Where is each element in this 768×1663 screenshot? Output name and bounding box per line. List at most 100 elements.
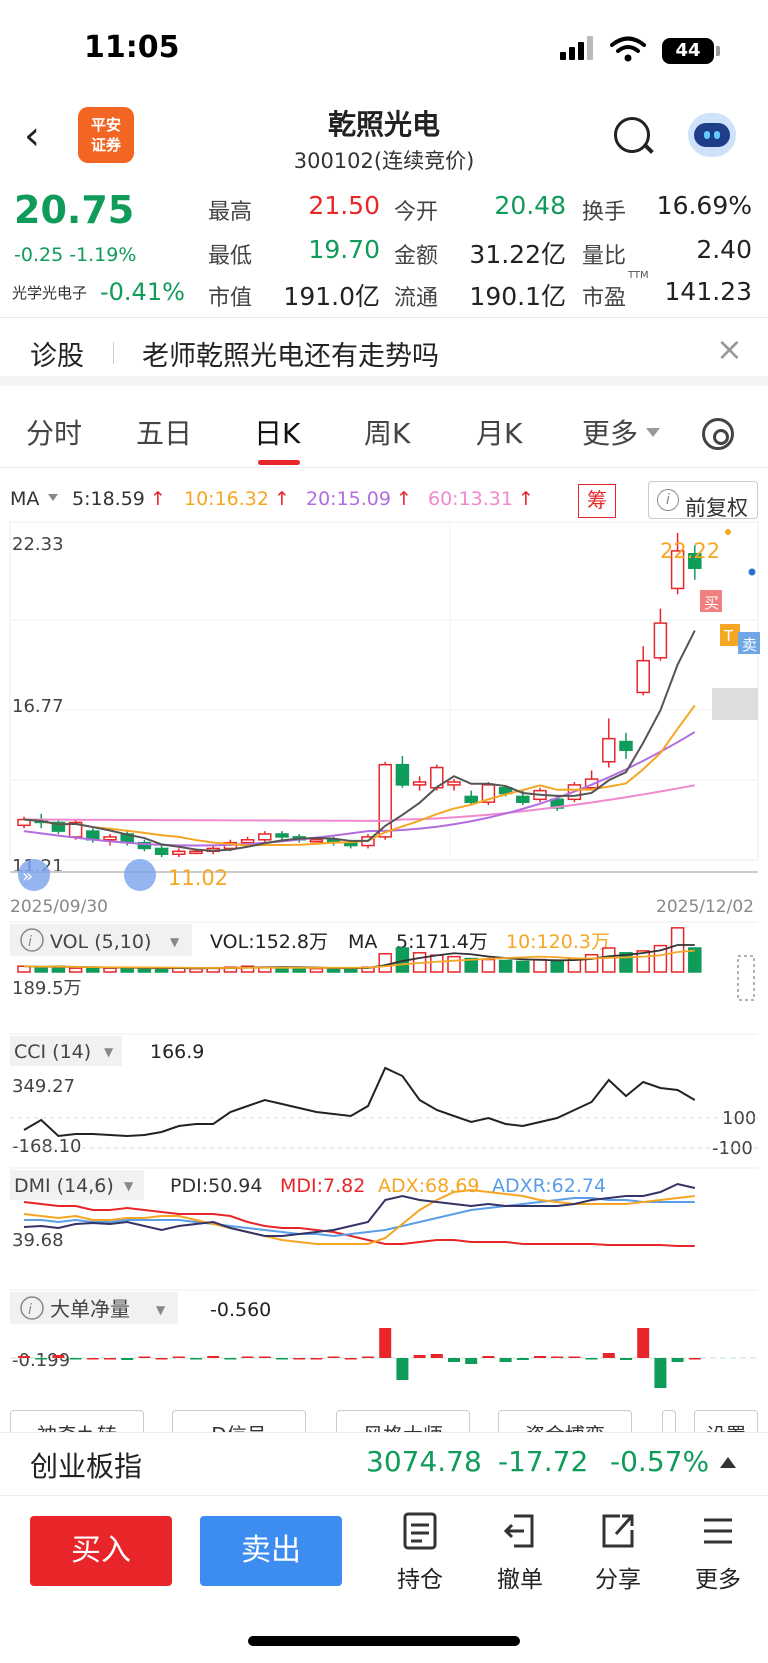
tab-daily-k[interactable]: 日K (254, 412, 300, 452)
candlesticks (17, 532, 702, 858)
chevron-down-icon (646, 428, 660, 437)
diagnosis-label: 诊股 (30, 341, 84, 372)
last-price: 20.75 (14, 188, 135, 232)
vol-ma-label: MA (348, 931, 377, 953)
wifi-icon (610, 36, 646, 62)
svg-text:▼: ▼ (124, 1179, 134, 1193)
sell-tag-label: 卖 (742, 636, 757, 654)
diagnosis-banner[interactable]: 诊股 老师乾照光电还有走势吗 × (0, 318, 768, 386)
volume-bar (34, 966, 48, 973)
svg-text:i: i (28, 1302, 32, 1318)
kline-chart-area[interactable]: 22.33 16.77 11.21 22.22 11.02 买 T 卖 » 20… (0, 520, 768, 1410)
tab-monthly-k[interactable]: 月K (476, 412, 522, 452)
adjust-mode-button[interactable]: i 前复权 (648, 481, 758, 520)
bigorder-bar (602, 1353, 615, 1358)
ma20-value: 20:15.09 (306, 488, 391, 510)
sell-button[interactable]: 卖出 (200, 1516, 342, 1586)
double-chevron-icon: » (22, 866, 33, 887)
gear-icon[interactable] (702, 418, 734, 450)
bigorder-bar (327, 1356, 340, 1358)
candle-body (258, 833, 272, 841)
y-label-mid: 16.77 (12, 696, 64, 717)
close-icon[interactable]: × (716, 330, 743, 368)
diagnosis-question[interactable]: 老师乾照光电还有走势吗 (142, 334, 439, 373)
battery-icon: 44 (662, 38, 714, 64)
quote-label: 金额 (394, 244, 439, 269)
sector-name[interactable]: 光学光电子 (12, 282, 87, 303)
candle-body (154, 847, 169, 855)
quote-label: 量比 (582, 244, 627, 269)
bigorder-bar (413, 1355, 426, 1358)
volume-bar (670, 927, 685, 973)
candle-body (447, 781, 461, 786)
stock-name: 乾照光电 (327, 108, 440, 141)
tab-weekly-k[interactable]: 周K (364, 412, 410, 452)
bigorder-bar (430, 1354, 443, 1358)
sector-change[interactable]: -0.41% (100, 278, 185, 306)
bigorder-bar (551, 1356, 564, 1358)
cci-value: 166.9 (150, 1041, 204, 1063)
bigorder-bar (138, 1356, 151, 1358)
candle-body (240, 839, 255, 844)
search-icon[interactable] (614, 117, 650, 153)
scroll-handle-icon (124, 859, 156, 891)
quote-value-open: 20.48 (494, 191, 566, 220)
quote-label: 换手 (582, 200, 627, 225)
candle-body (412, 781, 427, 786)
candle-body (619, 740, 633, 751)
tab-intraday[interactable]: 分时 (26, 412, 82, 452)
volume-bar (292, 967, 306, 973)
chips-button[interactable]: 筹 (578, 484, 616, 518)
volume-bar (602, 947, 616, 973)
ma10-line (23, 704, 696, 847)
ma5-line (23, 630, 696, 852)
assistant-robot-icon[interactable] (688, 113, 736, 157)
buy-button[interactable]: 买入 (30, 1516, 172, 1586)
menu-icon (704, 1518, 732, 1544)
date-end: 2025/12/02 (656, 897, 754, 917)
index-ticker[interactable]: 创业板指 3074.78 -17.72 -0.57% (0, 1432, 768, 1496)
quote-label: 最高 (208, 200, 253, 225)
ma-label[interactable]: MA (10, 488, 39, 510)
quote-label: 最低 (208, 244, 253, 269)
bigorder-bar (69, 1358, 82, 1360)
bigorder-bar (35, 1358, 48, 1360)
positions-button[interactable]: 持仓 (380, 1508, 460, 1594)
arrow-up-icon: ↑ (150, 488, 166, 510)
bigorder-bar (276, 1358, 288, 1360)
bigorder-bar (516, 1358, 529, 1360)
tab-five-day[interactable]: 五日 (136, 412, 192, 452)
share-button[interactable]: 分享 (578, 1508, 658, 1594)
document-icon (403, 1512, 437, 1550)
more-button[interactable]: 更多 (678, 1508, 758, 1594)
volume-bar (498, 959, 513, 973)
candle-body (602, 737, 616, 763)
bigorder-bar (448, 1358, 460, 1362)
quote-label: 市值 (208, 286, 253, 311)
y-label-top: 22.33 (12, 534, 64, 555)
arrow-up-icon: ↑ (274, 488, 290, 510)
bigorder-bar (172, 1356, 185, 1358)
status-bar: 11:05 44 (0, 0, 768, 95)
chevron-up-icon[interactable] (720, 1457, 736, 1468)
battery-cap (716, 46, 720, 56)
volume-bar (68, 967, 83, 973)
home-indicator (248, 1636, 520, 1646)
bigorder-bar (155, 1358, 168, 1360)
cancel-order-button[interactable]: 撤单 (480, 1508, 560, 1594)
buy-tag-label: 买 (704, 594, 719, 612)
index-change: -17.72 (498, 1445, 589, 1478)
tab-more[interactable]: 更多 (582, 412, 638, 452)
divider (113, 342, 114, 364)
bottom-toolbar: 买入 卖出 持仓 撤单 分享 更多 (0, 1496, 768, 1663)
quote-label: 流通 (394, 286, 439, 311)
bigorder-bar (258, 1356, 271, 1358)
bigorder-bar (568, 1356, 581, 1358)
candle-body (103, 836, 117, 841)
ma-legend: MA 5:18.59 ↑ 10:16.32 ↑ 20:15.09 ↑ 60:13… (0, 480, 768, 520)
index-percent: -0.57% (610, 1445, 710, 1478)
bigorder-bar (362, 1356, 374, 1358)
arrow-up-icon: ↑ (518, 488, 534, 510)
quote-value-amount: 31.22亿 (469, 240, 566, 269)
undo-icon (503, 1514, 534, 1548)
